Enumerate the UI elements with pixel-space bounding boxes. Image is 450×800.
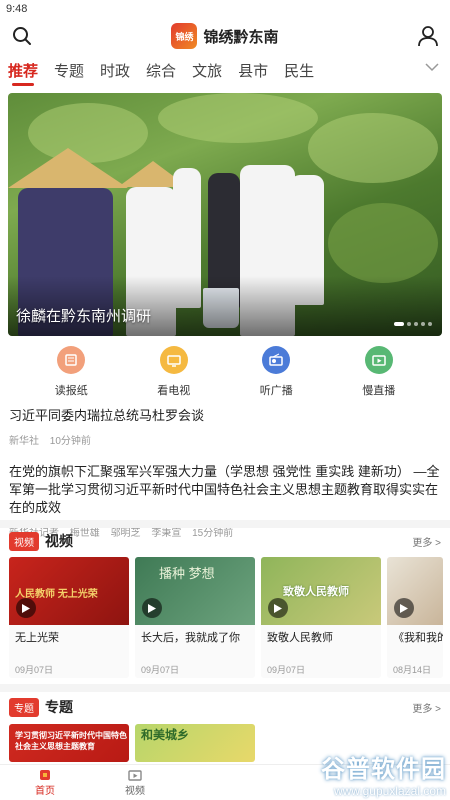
news-source: 新华社 xyxy=(9,436,39,447)
news-title: 在党的旗帜下汇聚强军兴军强大力量（学思想 强党性 重实践 建新功） —全军第一批… xyxy=(9,464,440,515)
shortcut-label: 看电视 xyxy=(157,385,191,397)
live-icon xyxy=(364,346,393,374)
video-thumb-text: 播种 梦想 xyxy=(159,566,215,581)
tab-livelihood[interactable]: 民生 xyxy=(284,60,314,81)
carousel-dot xyxy=(428,322,432,326)
section-divider xyxy=(0,520,450,528)
header: 锦绣 锦绣黔东南 xyxy=(0,18,450,54)
nav-home[interactable]: 首页 xyxy=(0,765,90,800)
topic-card-text: 学习贯彻习近平新时代中国特色社会主义思想主题教育 xyxy=(15,731,127,751)
watermark: 谷普软件园 www.gupuxlazal.com xyxy=(321,749,446,798)
video-thumbnail xyxy=(387,557,443,625)
tab-counties[interactable]: 县市 xyxy=(238,60,268,81)
tab-politics[interactable]: 时政 xyxy=(100,60,130,81)
play-icon xyxy=(16,598,36,618)
shortcut-label: 读报纸 xyxy=(54,385,88,397)
video-thumbnail: 人民教师 无上光荣 xyxy=(9,557,129,625)
category-tabs: 推荐 专题 时政 综合 文旅 县市 民生 xyxy=(0,54,450,86)
radio-icon xyxy=(262,346,291,374)
video-card[interactable]: 播种 梦想 长大后，我就成了你 09月07日 xyxy=(135,557,255,678)
section-badge: 视频 xyxy=(9,531,39,551)
shortcut-tv[interactable]: 看电视 xyxy=(144,346,204,398)
news-title: 习近平同委内瑞拉总统马杜罗会谈 xyxy=(9,408,205,423)
app-brand: 锦绣 锦绣黔东南 xyxy=(171,23,279,49)
shortcut-label: 听广播 xyxy=(259,385,293,397)
app-logo-text: 锦绣 xyxy=(175,31,194,42)
play-icon xyxy=(142,598,162,618)
video-thumb-text: 致敬人民教师 xyxy=(283,586,349,598)
video-thumbnail: 播种 梦想 xyxy=(135,557,255,625)
shortcut-live[interactable]: 慢直播 xyxy=(349,346,409,398)
play-icon xyxy=(394,598,414,618)
nav-video[interactable]: 视频 xyxy=(90,765,180,800)
section-title: 视频 xyxy=(45,533,73,549)
topic-card[interactable]: 学习贯彻习近平新时代中国特色社会主义思想主题教育 xyxy=(9,724,129,762)
tabs-expand-button[interactable] xyxy=(424,60,440,78)
topic-card-text: 和美城乡 xyxy=(141,728,190,742)
video-date: 09月07日 xyxy=(15,665,54,675)
video-card[interactable]: 《我和我的祖国》第期：宋李亲 08月14日 xyxy=(387,557,443,678)
video-more-link[interactable]: 更多 > xyxy=(412,534,441,549)
section-divider xyxy=(0,684,450,692)
watermark-main: 谷普软件园 xyxy=(321,756,446,783)
tab-general[interactable]: 综合 xyxy=(146,60,176,81)
shortcut-label: 慢直播 xyxy=(362,385,396,397)
topic-card[interactable]: 和美城乡 xyxy=(135,724,255,762)
search-icon xyxy=(13,27,31,45)
video-date: 09月07日 xyxy=(141,665,180,675)
carousel-indicator xyxy=(394,322,432,326)
tab-culture-travel[interactable]: 文旅 xyxy=(192,60,222,81)
shortcut-newspaper[interactable]: 读报纸 xyxy=(41,346,101,398)
status-time: 9:48 xyxy=(6,3,28,15)
video-card[interactable]: 致敬人民教师 致敬人民教师 09月07日 xyxy=(261,557,381,678)
tv-icon xyxy=(159,346,188,374)
video-title: 长大后，我就成了你 xyxy=(141,632,240,644)
video-title: 《我和我的祖国》第期：宋李亲 xyxy=(393,632,443,644)
app-logo: 锦绣 xyxy=(171,23,198,49)
topic-list: 学习贯彻习近平新时代中国特色社会主义思想主题教育 和美城乡 xyxy=(9,724,255,762)
topic-section-header: 专题 专题 更多 > xyxy=(9,697,441,717)
watermark-sub: www.gupuxlazal.com xyxy=(333,784,446,798)
home-icon xyxy=(40,770,50,780)
video-card[interactable]: 人民教师 无上光荣 无上光荣 09月07日 xyxy=(9,557,129,678)
news-meta: 新华社 10分钟前 xyxy=(9,432,441,447)
topic-more-link[interactable]: 更多 > xyxy=(412,700,441,715)
video-title: 无上光荣 xyxy=(15,632,59,644)
section-title: 专题 xyxy=(45,699,73,715)
video-list: 人民教师 无上光荣 无上光荣 09月07日 播种 梦想 长大后，我就成了你 09… xyxy=(9,557,443,678)
tab-recommend[interactable]: 推荐 xyxy=(8,60,38,86)
play-icon xyxy=(268,598,288,618)
carousel-dot xyxy=(394,322,404,326)
hero-caption: 徐麟在黔东南州调研 xyxy=(16,308,152,325)
nav-label: 视频 xyxy=(125,786,145,797)
video-section-header: 视频 视频 更多 > xyxy=(9,531,441,551)
news-time: 10分钟前 xyxy=(49,436,91,447)
video-icon xyxy=(128,770,142,781)
news-item[interactable]: 习近平同委内瑞拉总统马杜罗会谈 新华社 10分钟前 xyxy=(9,407,441,447)
hero-banner[interactable]: 徐麟在黔东南州调研 xyxy=(8,93,442,336)
profile-button[interactable] xyxy=(416,24,440,48)
status-bar: 9:48 xyxy=(0,0,450,18)
video-date: 09月07日 xyxy=(267,665,306,675)
search-button[interactable] xyxy=(10,24,34,48)
tab-topics[interactable]: 专题 xyxy=(54,60,84,81)
chevron-down-icon xyxy=(425,63,439,72)
user-icon xyxy=(418,26,438,47)
video-thumbnail: 致敬人民教师 xyxy=(261,557,381,625)
carousel-dot xyxy=(421,322,425,326)
carousel-dot xyxy=(407,322,411,326)
video-date: 08月14日 xyxy=(393,665,432,675)
section-badge: 专题 xyxy=(9,697,39,717)
nav-label: 首页 xyxy=(35,786,55,797)
app-title: 锦绣黔东南 xyxy=(203,28,279,46)
carousel-dot xyxy=(414,322,418,326)
newspaper-icon xyxy=(57,346,86,374)
video-title: 致敬人民教师 xyxy=(267,632,333,644)
shortcut-grid: 读报纸 看电视 听广播 慢直播 xyxy=(0,346,450,398)
shortcut-radio[interactable]: 听广播 xyxy=(246,346,306,398)
